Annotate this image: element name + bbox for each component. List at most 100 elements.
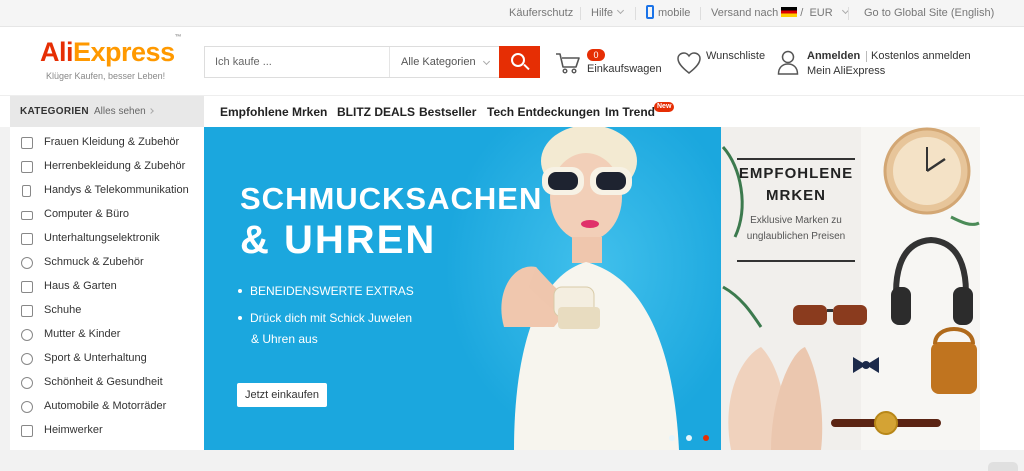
my-aliexpress-link[interactable]: Mein AliExpress bbox=[807, 65, 885, 77]
sidebar-item-label: Automobile & Motorräder bbox=[44, 400, 167, 412]
promo-title-2: MRKEN bbox=[766, 187, 826, 204]
baby-icon bbox=[21, 329, 33, 341]
tools-icon bbox=[21, 425, 33, 437]
cart-count-badge: 0 bbox=[587, 49, 605, 61]
sidebar-item-shoes[interactable]: Schuhe bbox=[10, 299, 204, 323]
logo-ali: Ali bbox=[40, 37, 74, 67]
heart-icon bbox=[677, 52, 701, 74]
feedback-tab[interactable] bbox=[988, 462, 1018, 471]
categories-header: KATEGORIEN Alles sehen bbox=[10, 96, 204, 128]
ship-to-selector[interactable]: Versand nach / EUR bbox=[711, 0, 849, 27]
aliexpress-logo[interactable]: AliExpress™ bbox=[40, 34, 182, 68]
sidebar-item-beauty[interactable]: Schönheit & Gesundheit bbox=[10, 371, 204, 395]
dress-icon bbox=[21, 137, 33, 149]
site-header: AliExpress™ Klüger Kaufen, besser Leben!… bbox=[0, 27, 1024, 95]
sidebar-item-phones[interactable]: Handys & Telekommunikation bbox=[10, 179, 204, 203]
mobile-label: mobile bbox=[658, 7, 691, 19]
banner-headline-1: SCHMUCKSACHEN bbox=[240, 181, 543, 216]
slide-dot-3[interactable] bbox=[703, 435, 709, 441]
chevron-right-icon bbox=[147, 108, 154, 114]
sidebar-item-computer[interactable]: Computer & Büro bbox=[10, 203, 204, 227]
sidebar-item-automotive[interactable]: Automobile & Motorräder bbox=[10, 395, 204, 419]
banner-bullet-1: BENEIDENSWERTE EXTRAS bbox=[238, 284, 414, 298]
account-area: Anmelden Kostenlos anmelden Mein AliExpr… bbox=[777, 47, 997, 81]
currency-separator: / bbox=[800, 7, 804, 19]
help-menu[interactable]: Hilfe bbox=[591, 0, 625, 27]
chevron-down-icon bbox=[616, 6, 625, 15]
mobile-link[interactable]: mobile bbox=[646, 0, 690, 27]
cart-link[interactable]: 0 Einkaufswagen bbox=[555, 49, 665, 79]
sidebar-item-label: Schuhe bbox=[44, 304, 82, 316]
cart-icon bbox=[556, 53, 580, 74]
sign-in-link[interactable]: Anmelden bbox=[807, 50, 860, 62]
currency-label: EUR bbox=[809, 7, 833, 19]
bullet-dot-icon bbox=[238, 289, 242, 293]
promo-subtitle-2: unglaublichen Preisen bbox=[746, 231, 846, 242]
category-sidebar: Frauen Kleidung & Zubehör Herrenbekleidu… bbox=[10, 127, 204, 450]
divider bbox=[848, 7, 849, 20]
category-select-label: Alle Kategorien bbox=[401, 56, 476, 68]
phone-icon bbox=[22, 185, 31, 197]
banner-bullet-2: Drück dich mit Schick Juwelen bbox=[238, 311, 412, 325]
sidebar-item-women[interactable]: Frauen Kleidung & Zubehör bbox=[10, 131, 204, 155]
sidebar-item-sports[interactable]: Sport & Unterhaltung bbox=[10, 347, 204, 371]
divider bbox=[635, 7, 636, 20]
banner-bullet-2-line-2: & Uhren aus bbox=[251, 332, 318, 346]
sidebar-item-label: Unterhaltungselektronik bbox=[44, 232, 160, 244]
sidebar-item-jewelry[interactable]: Schmuck & Zubehör bbox=[10, 251, 204, 275]
promo-title-1: EMPFOHLENE bbox=[738, 165, 854, 182]
laptop-icon bbox=[21, 211, 33, 220]
categories-title: KATEGORIEN bbox=[20, 106, 89, 117]
top-utility-bar: Käuferschutz Hilfe mobile Versand nach / … bbox=[0, 0, 1024, 27]
logo-trademark: ™ bbox=[174, 34, 182, 41]
phone-icon bbox=[646, 5, 654, 20]
buyer-protection-link[interactable]: Käuferschutz bbox=[509, 0, 573, 27]
see-all-categories-link[interactable]: Alles sehen bbox=[94, 106, 154, 117]
user-icon bbox=[777, 50, 799, 75]
ring-icon bbox=[21, 257, 33, 269]
bullet-dot-icon bbox=[238, 316, 242, 320]
lipstick-icon bbox=[21, 377, 33, 389]
search-input[interactable] bbox=[205, 47, 388, 77]
divider bbox=[580, 7, 581, 20]
right-margin bbox=[980, 127, 1024, 450]
slide-dot-1[interactable] bbox=[669, 435, 675, 441]
sidebar-item-label: Heimwerker bbox=[44, 424, 103, 436]
nav-flash-deals[interactable]: BLITZ DEALS bbox=[337, 105, 415, 119]
category-select[interactable]: Alle Kategorien bbox=[389, 47, 501, 77]
featured-brands-promo[interactable]: EMPFOHLENE MRKEN Exklusive Marken zu ung… bbox=[721, 127, 980, 450]
nav-trending[interactable]: Im Trend bbox=[605, 105, 655, 119]
sidebar-item-label: Sport & Unterhaltung bbox=[44, 352, 147, 364]
nav-bestsellers[interactable]: Bestseller bbox=[419, 105, 476, 119]
join-free-link[interactable]: Kostenlos anmelden bbox=[871, 50, 971, 62]
search-icon bbox=[511, 53, 525, 67]
new-badge: New bbox=[654, 102, 675, 112]
sidebar-item-tools[interactable]: Heimwerker bbox=[10, 419, 204, 443]
hero-banner[interactable]: SCHMUCKSACHEN & UHREN BENEIDENSWERTE EXT… bbox=[204, 127, 721, 450]
promo-subtitle-1: Exklusive Marken zu bbox=[750, 215, 842, 226]
global-site-link[interactable]: Go to Global Site (English) bbox=[864, 0, 994, 27]
sidebar-item-kids[interactable]: Mutter & Kinder bbox=[10, 323, 204, 347]
slide-dot-2[interactable] bbox=[686, 435, 692, 441]
shoe-icon bbox=[21, 305, 33, 317]
see-all-label: Alles sehen bbox=[94, 106, 146, 117]
sidebar-item-home[interactable]: Haus & Garten bbox=[10, 275, 204, 299]
cart-label: Einkaufswagen bbox=[587, 63, 662, 75]
sidebar-item-label: Herrenbekleidung & Zubehör bbox=[44, 160, 186, 172]
nav-featured-brands[interactable]: Empfohlene Mrken bbox=[220, 105, 327, 119]
wheel-icon bbox=[21, 401, 33, 413]
banner-bullet-1-text: BENEIDENSWERTE EXTRAS bbox=[250, 284, 414, 298]
germany-flag-icon bbox=[781, 7, 798, 18]
search-button[interactable] bbox=[499, 46, 540, 78]
nav-tech-discovery[interactable]: Tech Entdeckungen bbox=[487, 105, 600, 119]
help-label: Hilfe bbox=[591, 7, 614, 19]
chevron-down-icon bbox=[482, 57, 491, 66]
sidebar-item-electronics[interactable]: Unterhaltungselektronik bbox=[10, 227, 204, 251]
sidebar-item-label: Mutter & Kinder bbox=[44, 328, 121, 340]
shop-now-button[interactable]: Jetzt einkaufen bbox=[237, 383, 327, 407]
divider bbox=[700, 7, 701, 20]
sidebar-item-label: Computer & Büro bbox=[44, 208, 129, 220]
sidebar-item-men[interactable]: Herrenbekleidung & Zubehör bbox=[10, 155, 204, 179]
banner-bullet-2-text: Drück dich mit Schick Juwelen bbox=[250, 311, 413, 325]
divider bbox=[866, 51, 867, 62]
